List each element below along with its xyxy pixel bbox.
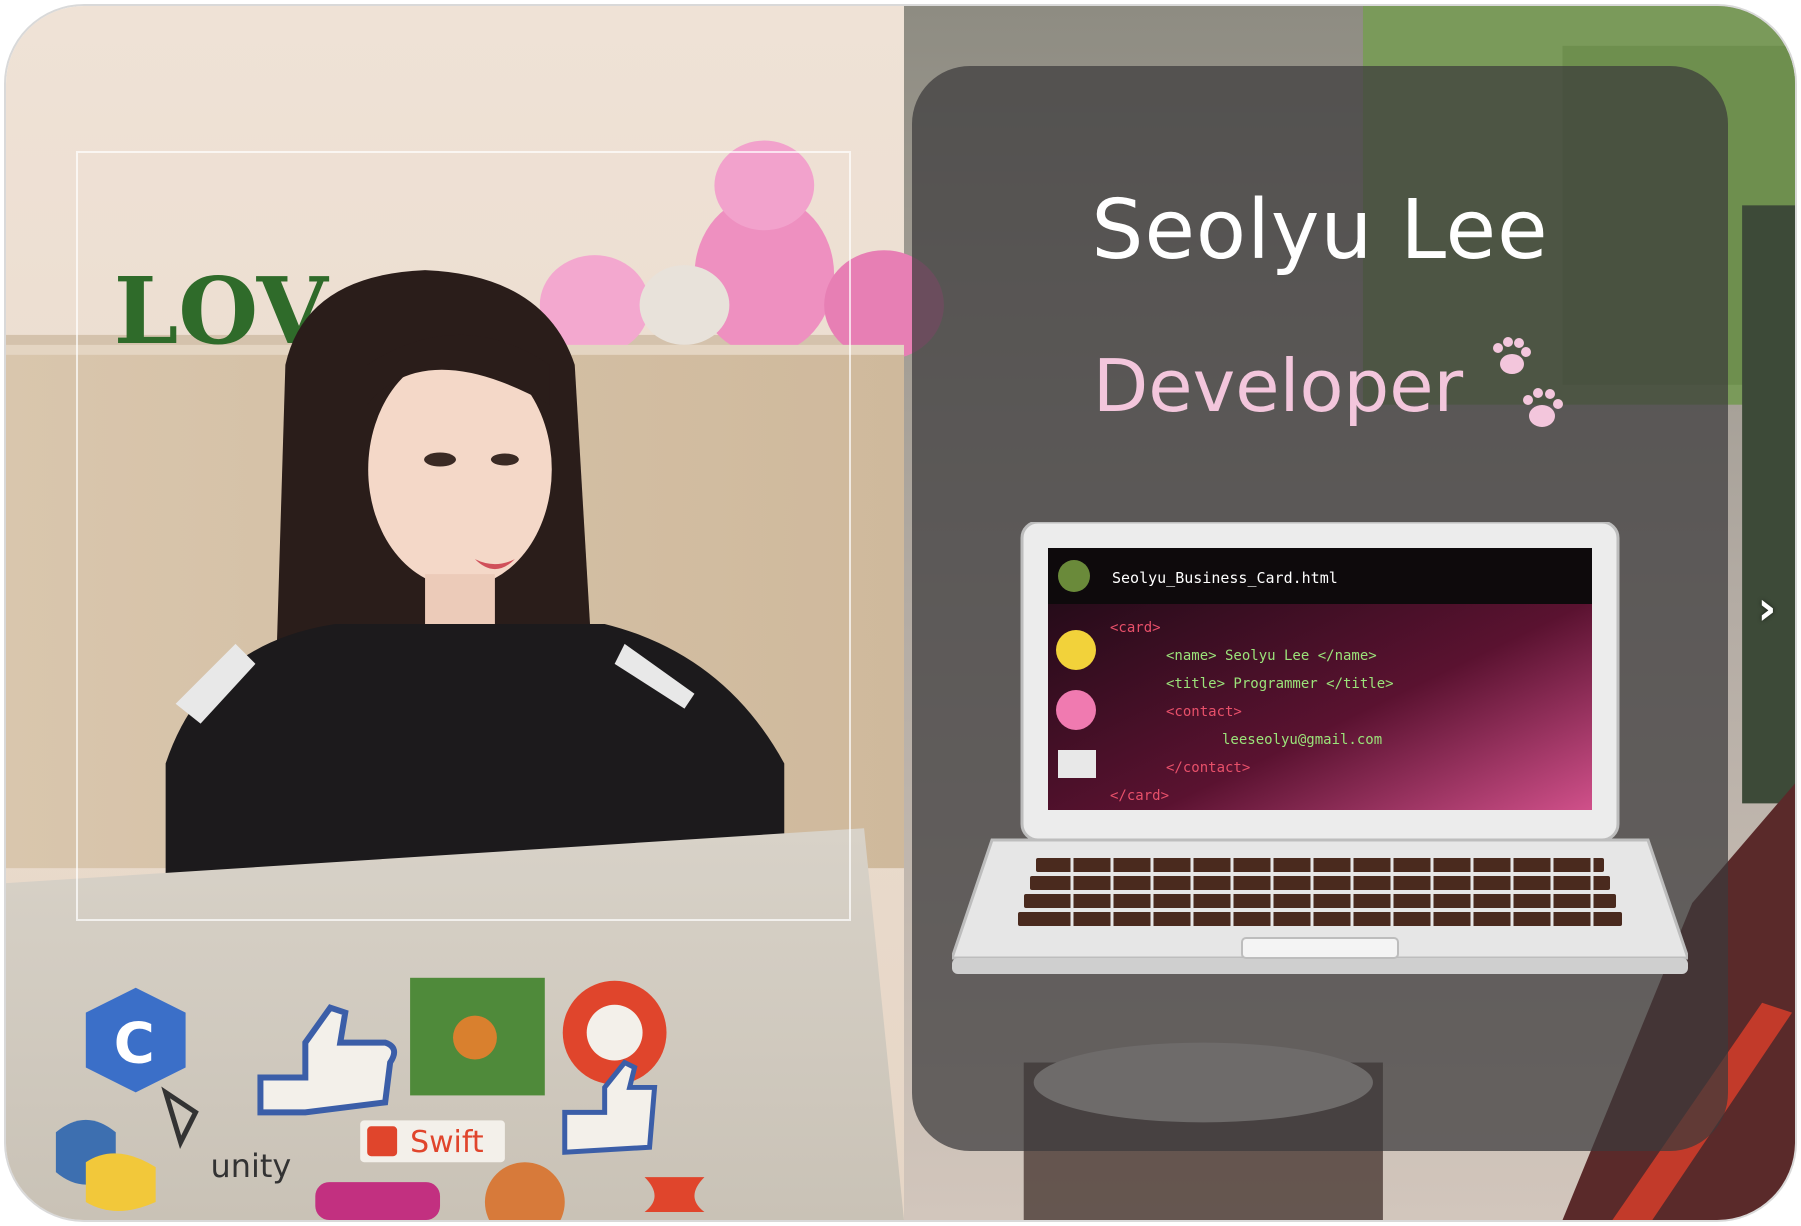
- code-line-6: </contact>: [1166, 760, 1250, 776]
- editor-filename: Seolyu_Business_Card.html: [1112, 569, 1338, 587]
- swift-sticker: Swift: [410, 1125, 484, 1160]
- svg-text:C: C: [114, 1012, 155, 1077]
- code-line-4: <contact>: [1166, 704, 1242, 720]
- profile-name: Seolyu Lee: [1091, 183, 1549, 278]
- carousel-next-button[interactable]: ›: [1750, 578, 1784, 638]
- code-line-7: </card>: [1110, 788, 1169, 804]
- focus-frame: [76, 151, 851, 921]
- code-line-3: <title> Programmer </title>: [1166, 676, 1394, 692]
- code-line-1: <card>: [1110, 620, 1161, 636]
- unity-sticker: unity: [211, 1147, 292, 1185]
- laptop-illustration: Seolyu_Business_Card.html <card> <name> …: [952, 522, 1688, 974]
- paw-icon: [1493, 337, 1563, 427]
- code-line-2: <name> Seolyu Lee </name>: [1166, 648, 1377, 664]
- code-line-5: leeseolyu@gmail.com: [1222, 732, 1382, 748]
